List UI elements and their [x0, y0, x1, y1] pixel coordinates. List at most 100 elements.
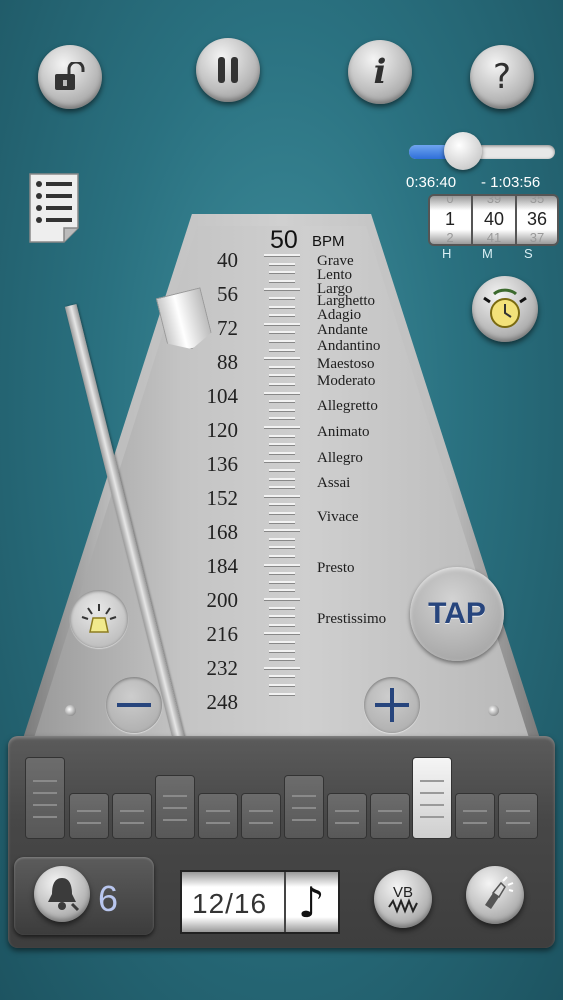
- scale-tick: [269, 365, 295, 368]
- scale-number: 200: [206, 588, 239, 612]
- scale-tick: [269, 477, 295, 480]
- scale-tick: [264, 426, 300, 428]
- scale-tick: [269, 417, 295, 420]
- scale-tick: [269, 580, 295, 583]
- scale-tick: [264, 494, 300, 497]
- scale-tick: [264, 460, 300, 463]
- tempo-marking: Animato: [317, 424, 370, 440]
- beat-accent-row: [26, 756, 542, 838]
- scale-tick: [264, 357, 300, 360]
- beat-accent-button[interactable]: [156, 776, 194, 838]
- screw: [65, 705, 76, 716]
- tempo-marking: Allegro: [317, 450, 363, 466]
- lock-button[interactable]: [38, 45, 102, 109]
- timer-seconds[interactable]: 35 36 37: [517, 196, 557, 244]
- scale-tick: [264, 563, 300, 566]
- flash-light-icon: [81, 604, 117, 633]
- time-signature-value: 12/16: [192, 888, 268, 919]
- scale-tick: [269, 684, 295, 686]
- beat-accent-button[interactable]: [70, 794, 108, 838]
- beat-accent-button[interactable]: [456, 794, 494, 838]
- scale-number: 104: [206, 384, 239, 408]
- alarm-mode-button[interactable]: [472, 276, 538, 342]
- tempo-marking: Presto: [317, 560, 355, 576]
- scale-number: 232: [206, 656, 239, 680]
- beat-accent-button[interactable]: [499, 794, 537, 838]
- scale-tick: [269, 374, 295, 377]
- scale-number: 248: [206, 690, 239, 714]
- scale-tick: [269, 623, 295, 626]
- timer-minutes[interactable]: 39 40 41: [474, 196, 514, 244]
- pause-icon: [218, 57, 238, 83]
- beat-accent-button[interactable]: [285, 776, 323, 838]
- tap-label: TAP: [428, 597, 486, 630]
- playback-slider[interactable]: [409, 145, 555, 159]
- scale-tick: [269, 658, 295, 661]
- beat-accent-button[interactable]: [371, 794, 409, 838]
- beat-accent-button[interactable]: [113, 794, 151, 838]
- info-icon: i: [373, 52, 387, 92]
- tempo-marking: Andante: [317, 322, 368, 338]
- beat-accent-button[interactable]: [328, 794, 366, 838]
- alarm-clock-icon: [483, 288, 527, 328]
- bell-sound-icon: [48, 878, 80, 912]
- note-value-icon[interactable]: ♪: [298, 878, 325, 927]
- tempo-marking: Allegretto: [317, 398, 378, 414]
- scale-tick: [269, 340, 295, 342]
- scale-tick: [269, 537, 295, 540]
- decrease-bpm-button[interactable]: [106, 677, 162, 733]
- flashlight-button[interactable]: [466, 866, 524, 924]
- playback-slider-thumb[interactable]: [444, 132, 483, 170]
- scale-tick: [269, 297, 295, 299]
- scale-tick: [269, 400, 295, 403]
- scale-tick: [264, 666, 300, 669]
- scale-tick: [269, 649, 295, 652]
- scale-tick: [264, 598, 300, 600]
- scale-tick: [269, 692, 295, 695]
- scale-tick: [269, 503, 295, 506]
- scale-tick: [269, 451, 295, 454]
- pause-button[interactable]: [196, 38, 260, 102]
- time-signature-selector[interactable]: 12/16 ♪: [182, 872, 338, 932]
- sound-icon-button[interactable]: [34, 866, 90, 922]
- light-toggle-button[interactable]: [70, 590, 128, 648]
- scale-tick: [269, 486, 295, 489]
- elapsed-time: 0:36:40: [406, 174, 457, 191]
- scale-tick: [269, 512, 295, 514]
- scale-tick: [269, 572, 295, 575]
- scale-tick: [269, 262, 295, 265]
- increase-bpm-button[interactable]: [364, 677, 420, 733]
- scale-tick: [269, 443, 295, 446]
- tempo-scale[interactable]: [264, 254, 300, 704]
- scale-tick: [264, 529, 300, 532]
- tempo-marking: Vivace: [317, 509, 359, 525]
- current-bpm: 50: [270, 226, 298, 254]
- scale-tick: [269, 305, 295, 308]
- tempo-marking: Moderato: [317, 373, 376, 389]
- beat-accent-button[interactable]: [26, 758, 64, 838]
- timer-label-hours: H: [442, 246, 452, 261]
- help-button[interactable]: ?: [470, 45, 534, 109]
- scale-tick: [264, 391, 300, 394]
- beat-accent-button[interactable]: [413, 758, 451, 838]
- playlist-button[interactable]: [28, 172, 80, 244]
- scale-number: 168: [206, 520, 239, 544]
- scale-tick: [269, 589, 295, 592]
- vibrate-button[interactable]: VB: [374, 870, 432, 928]
- timer-hours[interactable]: 0 1 2: [430, 196, 470, 244]
- scale-tick: [269, 271, 295, 274]
- beat-accent-button[interactable]: [242, 794, 280, 838]
- scale-tick: [269, 331, 295, 334]
- tempo-marking: Andantino: [317, 338, 381, 354]
- scale-tick: [269, 615, 295, 618]
- screw: [488, 705, 499, 716]
- scale-number: 120: [206, 418, 239, 442]
- tap-tempo-button[interactable]: TAP: [410, 567, 504, 661]
- beat-accent-button[interactable]: [199, 794, 237, 838]
- session-timer[interactable]: 0 1 2 39 40 41 35 36 37: [430, 196, 557, 244]
- scale-tick: [269, 279, 295, 282]
- tempo-marking: Maestoso: [317, 356, 375, 372]
- info-button[interactable]: i: [348, 40, 412, 104]
- scale-number: 216: [206, 622, 239, 646]
- scale-number: 184: [206, 554, 239, 578]
